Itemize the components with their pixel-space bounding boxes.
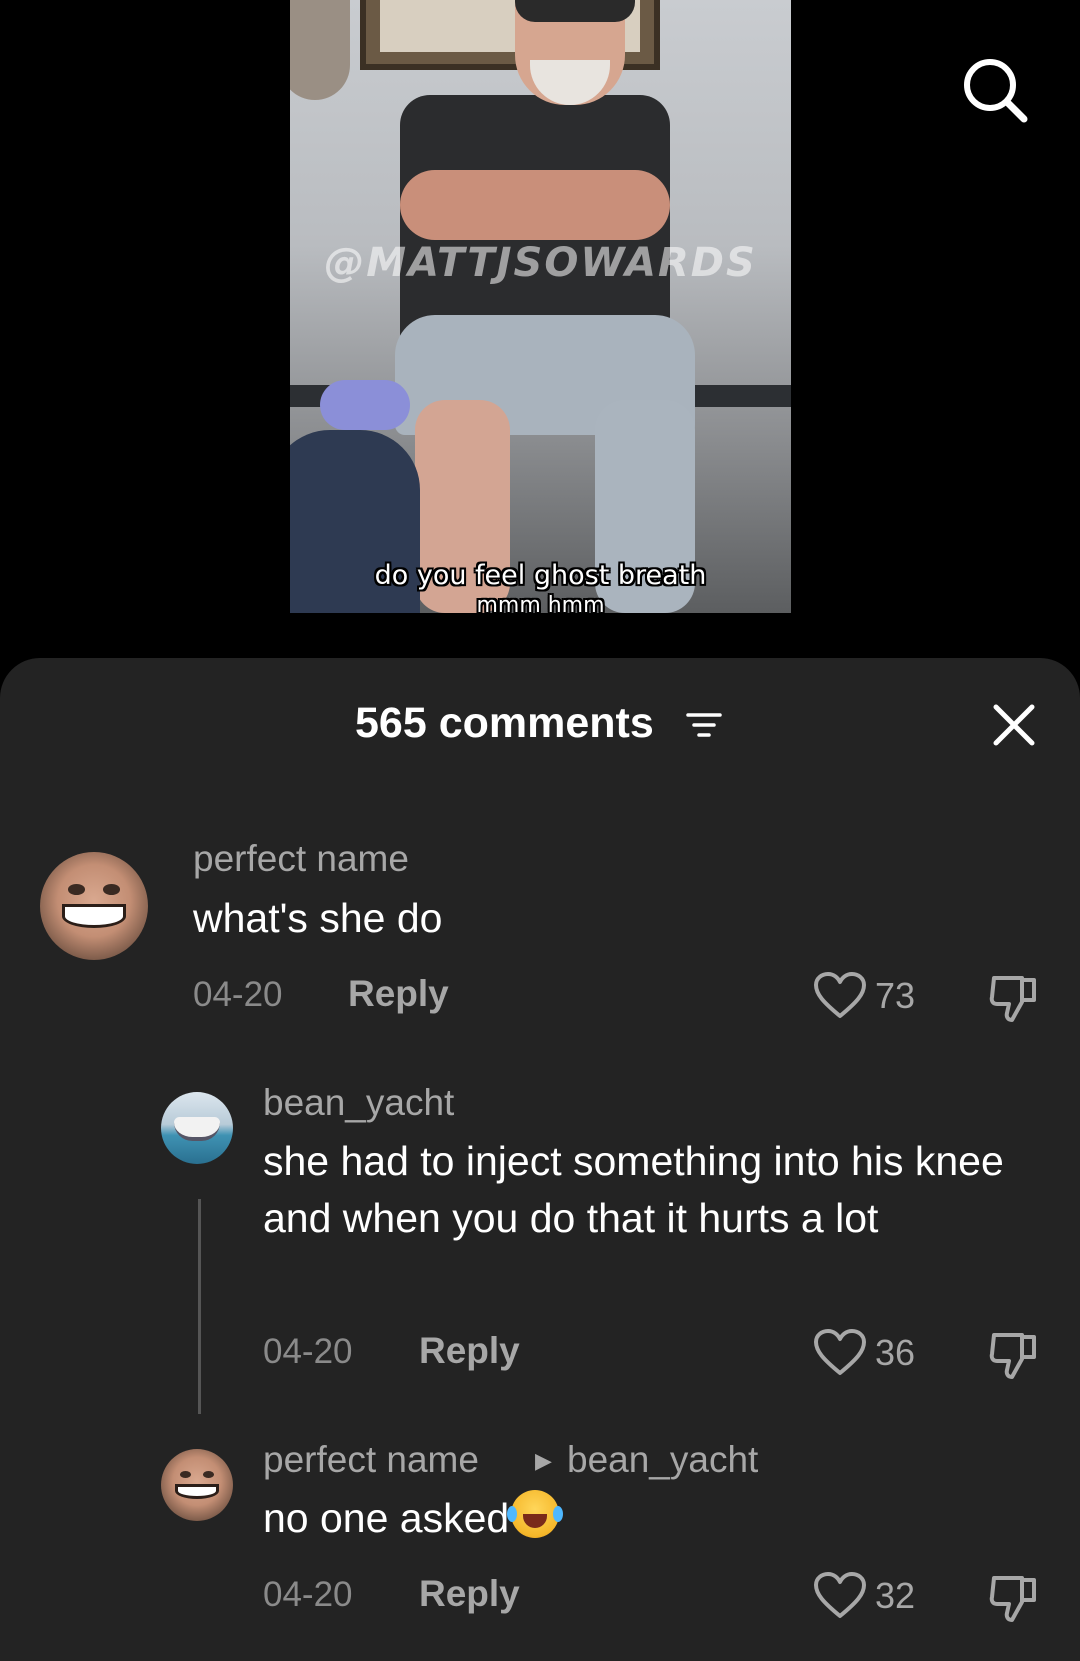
comment-text: she had to inject something into his kne… xyxy=(263,1138,1004,1241)
comment-username[interactable]: bean_yacht xyxy=(263,1082,454,1124)
video-player[interactable]: @MATTJSOWARDS do you feel ghost breath m… xyxy=(290,0,791,613)
comment-username[interactable]: perfect name xyxy=(263,1439,479,1481)
heart-icon[interactable] xyxy=(813,972,867,1025)
reply-to-username[interactable]: bean_yacht xyxy=(567,1439,758,1481)
video-figure-arms xyxy=(400,170,670,240)
thumbs-down-icon[interactable] xyxy=(988,1574,1040,1629)
video-caption-line1: do you feel ghost breath xyxy=(374,560,707,591)
reply-button[interactable]: Reply xyxy=(348,973,449,1015)
video-watermark: @MATTJSOWARDS xyxy=(324,240,757,286)
like-count: 73 xyxy=(875,975,916,1016)
comment-username[interactable]: perfect name xyxy=(193,838,409,880)
comment-text-content: no one asked xyxy=(263,1495,510,1541)
video-figure-cap xyxy=(515,0,635,22)
filter-icon[interactable] xyxy=(685,711,723,739)
search-icon[interactable] xyxy=(960,55,1030,125)
comments-header: 565 comments xyxy=(0,698,1080,748)
heart-icon[interactable] xyxy=(813,1572,867,1625)
like-count: 36 xyxy=(875,1332,916,1373)
comment-date: 04-20 xyxy=(193,975,283,1014)
heart-icon[interactable] xyxy=(813,1329,867,1382)
avatar[interactable] xyxy=(161,1449,233,1521)
comment-date: 04-20 xyxy=(263,1575,353,1614)
like-count: 32 xyxy=(875,1575,916,1616)
video-nurse-glove xyxy=(320,380,410,430)
comment-text: what's she do xyxy=(193,895,443,941)
video-figure-hair xyxy=(290,0,350,100)
thumbs-down-icon[interactable] xyxy=(988,974,1040,1029)
reply-button[interactable]: Reply xyxy=(419,1330,520,1372)
comments-count: 565 comments xyxy=(355,699,654,747)
laughing-emoji-icon xyxy=(507,1490,564,1538)
comment-text: no one asked xyxy=(263,1490,1053,1547)
video-caption-line2: mmm hmm xyxy=(476,593,605,613)
avatar[interactable] xyxy=(161,1092,233,1164)
comment-date: 04-20 xyxy=(263,1332,353,1371)
reply-arrow-icon: ▶ xyxy=(535,1448,552,1473)
thread-line xyxy=(198,1199,201,1414)
reply-button[interactable]: Reply xyxy=(419,1573,520,1615)
thumbs-down-icon[interactable] xyxy=(988,1331,1040,1386)
avatar[interactable] xyxy=(40,852,148,960)
close-icon[interactable] xyxy=(990,701,1038,749)
